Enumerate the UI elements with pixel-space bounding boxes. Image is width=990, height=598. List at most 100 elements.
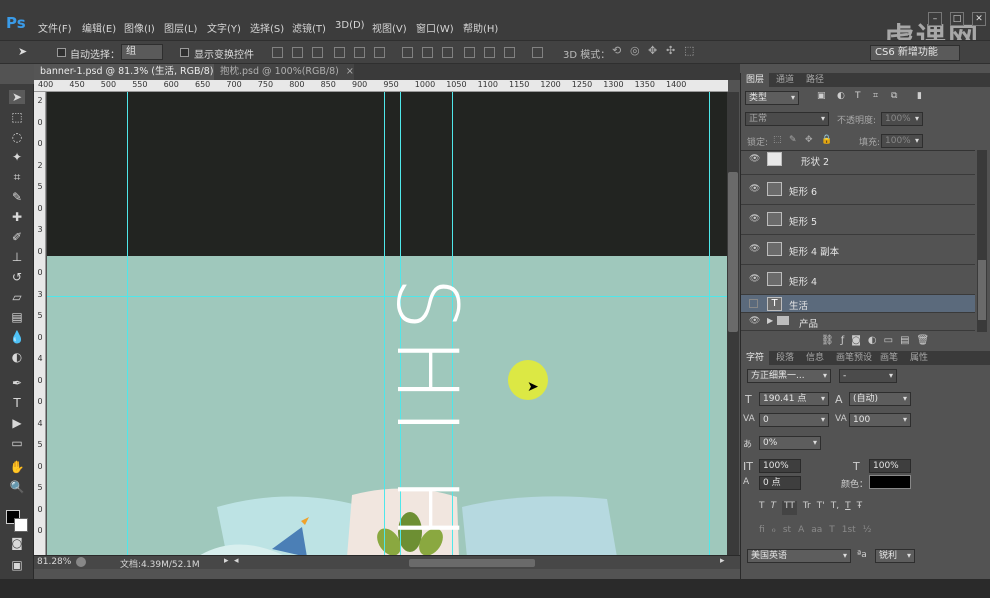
small-caps-button[interactable]: Tr <box>803 501 811 515</box>
eye-icon[interactable]: 👁 <box>749 154 760 164</box>
font-size-input[interactable]: 190.41 点 <box>759 392 829 406</box>
swash-button[interactable]: A <box>798 525 804 539</box>
3d-scale-icon[interactable]: ⬚ <box>684 44 694 57</box>
layers-scrollbar[interactable] <box>977 150 987 332</box>
faux-bold-button[interactable]: T <box>759 501 765 515</box>
close-button[interactable]: ✕ <box>972 12 986 26</box>
tab-layers[interactable]: 图层 <box>741 73 770 87</box>
align-left-icon[interactable] <box>334 47 345 58</box>
menu-3d[interactable]: 3D(D) <box>335 20 365 31</box>
lasso-tool-icon[interactable]: ◌ <box>9 130 25 144</box>
superscript-button[interactable]: T' <box>817 501 825 515</box>
menu-edit[interactable]: 编辑(E) <box>82 20 116 35</box>
3d-roll-icon[interactable]: ◎ <box>630 44 640 57</box>
filter-toggle-icon[interactable]: ▮ <box>917 91 922 101</box>
layer-filter-dropdown[interactable]: 类型 <box>745 91 799 105</box>
baseline-input[interactable]: 0 点 <box>759 476 801 490</box>
align-vcenter-icon[interactable] <box>292 47 303 58</box>
blend-mode-dropdown[interactable]: 正常 <box>745 112 829 126</box>
auto-select-dropdown[interactable]: 组 <box>121 44 163 60</box>
eyedropper-icon[interactable]: ✎ <box>9 190 25 204</box>
move-tool-icon[interactable]: ➤ <box>18 45 27 58</box>
auto-select-checkbox[interactable] <box>57 48 66 57</box>
vertical-scroll-thumb[interactable] <box>728 172 738 332</box>
menu-filter[interactable]: 滤镜(T) <box>292 20 326 35</box>
status-info-icon[interactable] <box>76 557 86 567</box>
menu-image[interactable]: 图像(I) <box>124 20 155 35</box>
type-tool-icon[interactable]: T <box>9 396 25 410</box>
layer-row[interactable]: 👁 形状 2 <box>741 151 975 175</box>
antialias-dropdown[interactable]: 锐利 <box>875 549 915 563</box>
menu-select[interactable]: 选择(S) <box>250 20 284 35</box>
eye-icon[interactable]: 👁 <box>749 274 760 284</box>
horizontal-scroll-thumb[interactable] <box>409 559 535 567</box>
old-style-button[interactable]: ℴ <box>772 525 776 539</box>
layer-row[interactable]: 👁 矩形 4 <box>741 265 975 295</box>
gradient-tool-icon[interactable]: ▤ <box>9 310 25 324</box>
eye-icon[interactable]: 👁 <box>749 316 760 326</box>
maximize-button[interactable]: □ <box>950 12 964 26</box>
lock-paint-icon[interactable]: ✎ <box>789 135 797 145</box>
distribute-top-icon[interactable] <box>402 47 413 58</box>
lock-all-icon[interactable]: 🔒 <box>821 135 832 145</box>
font-style-dropdown[interactable]: - <box>839 369 897 383</box>
pen-tool-icon[interactable]: ✒ <box>9 376 25 390</box>
tab-paragraph[interactable]: 段落 <box>771 351 799 365</box>
guide-line[interactable] <box>709 92 710 555</box>
tab-info[interactable]: 信息 <box>801 351 829 365</box>
layer-row[interactable]: 👁 矩形 6 <box>741 175 975 205</box>
layer-row[interactable]: 👁 矩形 5 <box>741 205 975 235</box>
3d-pan-icon[interactable]: ✥ <box>648 44 657 57</box>
tab-close-icon[interactable]: × <box>346 66 354 77</box>
menu-help[interactable]: 帮助(H) <box>463 20 498 35</box>
brush-tool-icon[interactable]: ✐ <box>9 230 25 244</box>
layers-scroll-thumb[interactable] <box>978 260 986 320</box>
background-color-swatch[interactable] <box>14 518 28 532</box>
align-hcenter-icon[interactable] <box>354 47 365 58</box>
discretionary-ligatures-button[interactable]: st <box>783 525 791 539</box>
tab-banner[interactable]: banner-1.psd @ 81.3% (生活, RGB/8) × <box>34 64 228 80</box>
tab-channels[interactable]: 通道 <box>771 73 799 87</box>
auto-align-icon[interactable] <box>532 47 543 58</box>
filter-type-icon[interactable]: T <box>855 91 861 101</box>
3d-slide-icon[interactable]: ✣ <box>666 44 675 57</box>
underline-button[interactable]: T <box>845 501 851 515</box>
eye-icon[interactable]: 👁 <box>749 184 760 194</box>
leading-input[interactable]: (自动) <box>849 392 911 406</box>
tab-paths[interactable]: 路径 <box>801 73 829 87</box>
tracking-input[interactable]: 100 <box>849 413 911 427</box>
distribute-hcenter-icon[interactable] <box>484 47 495 58</box>
scroll-left-icon[interactable]: ◂ <box>234 556 239 566</box>
dodge-tool-icon[interactable]: ◐ <box>9 350 25 364</box>
fill-input[interactable]: 100% <box>881 134 923 148</box>
guide-line[interactable] <box>127 92 128 555</box>
eraser-tool-icon[interactable]: ▱ <box>9 290 25 304</box>
vertical-scrollbar[interactable] <box>727 92 739 555</box>
tab-brush-presets[interactable]: 画笔预设 <box>831 351 877 365</box>
workspace-dropdown[interactable]: CS6 新增功能 <box>870 45 960 61</box>
scroll-right-icon[interactable]: ▸ <box>720 556 725 566</box>
language-dropdown[interactable]: 美国英语 <box>747 549 851 563</box>
3d-rotate-icon[interactable]: ⟲ <box>612 44 621 57</box>
titling-button[interactable]: T <box>829 525 835 539</box>
menu-view[interactable]: 视图(V) <box>372 20 407 35</box>
document-canvas[interactable]: SHI HU ➤ <box>47 92 727 555</box>
faux-italic-button[interactable]: T <box>771 501 777 515</box>
lock-move-icon[interactable]: ✥ <box>805 135 813 145</box>
filter-adjust-icon[interactable]: ◐ <box>837 91 845 101</box>
layer-row-selected[interactable]: T 生活 <box>741 295 975 313</box>
kerning-input[interactable]: 0 <box>759 413 829 427</box>
blur-tool-icon[interactable]: 💧 <box>9 330 25 344</box>
zoom-tool-icon[interactable]: 🔍 <box>9 480 25 494</box>
menu-window[interactable]: 窗口(W) <box>416 20 454 35</box>
horizontal-scale-input[interactable]: 100% <box>869 459 911 473</box>
filter-pixel-icon[interactable]: ▣ <box>817 91 826 101</box>
ordinals-button[interactable]: 1st <box>842 525 856 539</box>
expand-arrow-icon[interactable]: ▶ <box>767 316 773 325</box>
screen-mode-icon[interactable]: ▣ <box>9 558 25 572</box>
subscript-button[interactable]: T, <box>831 501 839 515</box>
tab-character[interactable]: 字符 <box>741 351 770 365</box>
distribute-right-icon[interactable] <box>504 47 515 58</box>
distribute-vcenter-icon[interactable] <box>422 47 433 58</box>
layer-row[interactable]: 👁 矩形 4 副本 <box>741 235 975 265</box>
